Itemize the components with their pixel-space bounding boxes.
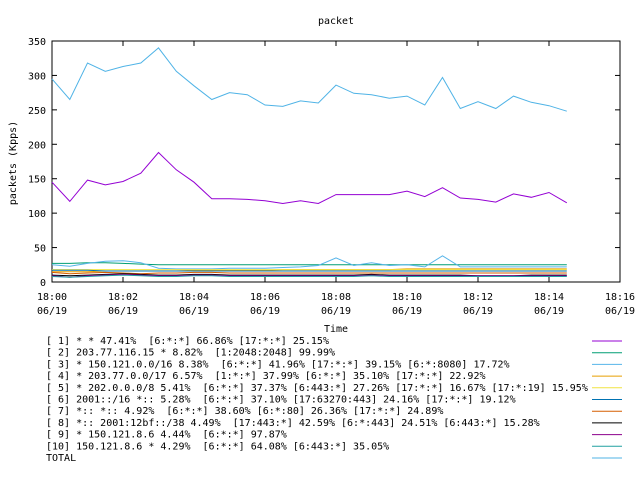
y-axis-label: packets (Kpps) xyxy=(8,121,19,205)
x-tick-time: 18:14 xyxy=(534,292,564,303)
legend-entry-10: [10] 150.121.8.6 * 4.29% [6:*:*] 64.08% … xyxy=(46,441,389,452)
x-tick-time: 18:02 xyxy=(108,292,138,303)
x-tick-time: 18:16 xyxy=(605,292,635,303)
legend-entry-8: [ 8] *:: 2001:12bf::/38 4.49% [17:443:*]… xyxy=(46,418,540,429)
x-tick-date: 06/19 xyxy=(463,306,493,317)
series-line-2 xyxy=(52,262,567,266)
y-tick-label: 250 xyxy=(28,106,46,117)
legend-entry-5: [ 5] * 202.0.0.0/8 5.41% [6:*:*] 37.37% … xyxy=(46,383,588,394)
series-lines xyxy=(51,47,568,278)
x-tick-time: 18:04 xyxy=(179,292,209,303)
y-tick-label: 200 xyxy=(28,140,46,151)
y-tick-label: 50 xyxy=(34,244,46,255)
legend-entry-2: [ 2] 203.77.116.15 * 8.82% [1:2048:2048]… xyxy=(46,348,335,359)
legend-entry-3: [ 3] * 150.121.0.0/16 8.38% [6:*:*] 41.9… xyxy=(46,359,510,370)
series-line-6 xyxy=(52,269,567,272)
x-tick-time: 18:06 xyxy=(250,292,280,303)
series-line-11 xyxy=(51,47,567,112)
legend-entry-1: [ 1] * * 47.41% [6:*:*] 66.86% [17:*:*] … xyxy=(46,336,329,347)
x-tick-date: 06/19 xyxy=(534,306,564,317)
y-tick-label: 0 xyxy=(40,278,46,289)
x-tick-date: 06/19 xyxy=(179,306,209,317)
legend-entry-7: [ 7] *:: *:: 4.92% [6:*:*] 38.60% [6:*:8… xyxy=(46,406,443,417)
x-tick-time: 18:08 xyxy=(321,292,351,303)
legend-entry-6: [ 6] 2001::/16 *:: 5.28% [6:*:*] 37.10% … xyxy=(46,395,516,406)
x-tick-time: 18:00 xyxy=(37,292,67,303)
x-tick-date: 06/19 xyxy=(321,306,351,317)
y-tick-label: 100 xyxy=(28,209,46,220)
series-line-3 xyxy=(51,255,567,270)
x-tick-date: 06/19 xyxy=(108,306,138,317)
x-tick-time: 18:12 xyxy=(463,292,493,303)
legend-entry-9: [ 9] * 150.121.8.6 4.44% [6:*:*] 97.87% xyxy=(46,430,287,441)
packet-chart: packet packets (Kpps) Time 0 50 100 150 200 2… xyxy=(8,16,635,464)
legend-entry-11: TOTAL xyxy=(46,453,76,464)
chart-title: packet xyxy=(318,16,354,27)
x-tick-date: 06/19 xyxy=(250,306,280,317)
x-axis-label: Time xyxy=(324,324,348,335)
series-line-1 xyxy=(51,151,568,205)
y-tick-label: 350 xyxy=(28,37,46,48)
x-tick-date: 06/19 xyxy=(37,306,67,317)
y-tick-label: 150 xyxy=(28,175,46,186)
x-tick-date: 06/19 xyxy=(392,306,422,317)
plot-frame xyxy=(51,40,621,283)
x-tick-time: 18:10 xyxy=(392,292,422,303)
legend: [ 1] * * 47.41% [6:*:*] 66.86% [17:*:*] … xyxy=(46,336,622,464)
legend-entry-4: [ 4] * 203.77.0.0/17 6.57% [1:*:*] 37.99… xyxy=(46,371,486,382)
x-tick-date: 06/19 xyxy=(605,306,635,317)
y-tick-label: 300 xyxy=(28,71,46,82)
y-axis-ticks: 0 50 100 150 200 250 300 350 xyxy=(28,37,620,289)
